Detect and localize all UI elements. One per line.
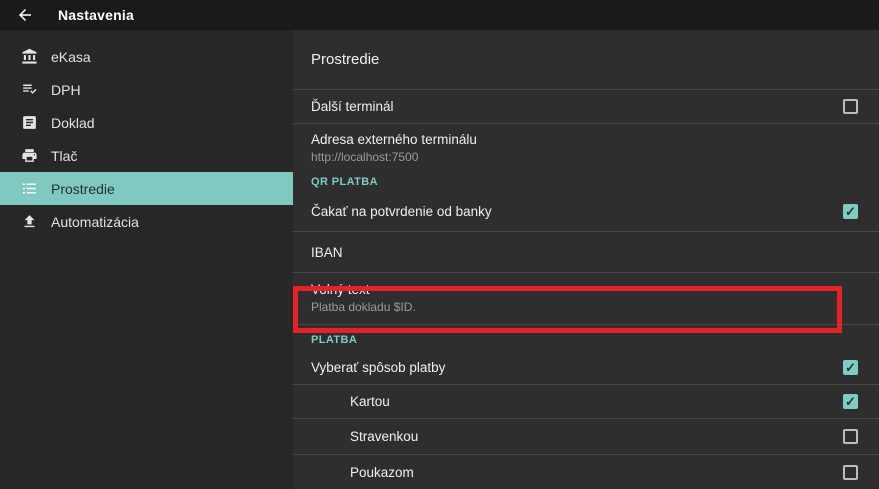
pref-row-stravenkou[interactable]: Stravenkou <box>293 419 879 456</box>
sidebar-item-label: eKasa <box>51 48 91 65</box>
sidebar-item-ekasa[interactable]: eKasa <box>0 40 293 73</box>
pref-row-volny-text[interactable]: Volný text Platba dokladu $ID. <box>293 273 879 326</box>
pref-title: Adresa externého terminálu <box>311 131 477 147</box>
content-title-text: Prostredie <box>311 50 380 68</box>
sidebar-item-automatizacia[interactable]: Automatizácia <box>0 205 293 238</box>
pref-value: http://localhost:7500 <box>311 149 419 164</box>
bulleted-list-icon <box>20 180 38 198</box>
settings-sidebar: eKasa DPH Doklad Tlač Prostredie Automat… <box>0 30 293 489</box>
pref-row-dalsi-terminal[interactable]: Ďalší terminál <box>293 90 879 125</box>
pref-title: Volný text <box>311 282 370 298</box>
back-arrow-icon[interactable] <box>16 5 36 25</box>
sidebar-item-label: Automatizácia <box>51 213 139 230</box>
sidebar-item-prostredie[interactable]: Prostredie <box>0 172 293 205</box>
upload-icon <box>20 213 38 231</box>
pref-title: Čakať na potvrdenie od banky <box>311 204 492 220</box>
section-header-text: QR PLATBA <box>311 176 378 188</box>
pref-title: Kartou <box>350 393 390 409</box>
checkbox-vyberat-sposob[interactable] <box>843 359 858 375</box>
list-check-icon <box>20 81 38 99</box>
section-header-platba: PLATBA <box>293 325 879 350</box>
pref-value: Platba dokladu $ID. <box>311 300 416 315</box>
pref-row-adresa-terminalu[interactable]: Adresa externého terminálu http://localh… <box>293 124 879 170</box>
sidebar-item-tlac[interactable]: Tlač <box>0 139 293 172</box>
sidebar-item-label: Prostredie <box>51 180 115 197</box>
pref-row-cakat-banka[interactable]: Čakať na potvrdenie od banky <box>293 192 879 233</box>
section-header-text: PLATBA <box>311 334 358 347</box>
content-section-title: Prostredie <box>293 30 879 90</box>
app-bar: Nastavenia <box>0 0 879 30</box>
pref-title: Vyberať spôsob platby <box>311 359 446 375</box>
pref-title: Poukazom <box>350 464 414 480</box>
checkbox-stravenkou[interactable] <box>843 428 858 444</box>
settings-content: Prostredie Ďalší terminál Adresa externé… <box>293 30 879 489</box>
printer-icon <box>20 147 38 165</box>
pref-row-kartou[interactable]: Kartou <box>293 385 879 419</box>
page-title: Nastavenia <box>58 7 134 23</box>
pref-row-vyberat-sposob[interactable]: Vyberať spôsob platby <box>293 350 879 385</box>
checkbox-poukazom[interactable] <box>843 464 858 480</box>
bank-icon <box>20 48 38 66</box>
pref-row-poukazom[interactable]: Poukazom <box>293 455 879 489</box>
checkbox-cakat-banka[interactable] <box>843 204 858 220</box>
sidebar-item-doklad[interactable]: Doklad <box>0 106 293 139</box>
pref-title: IBAN <box>311 244 343 260</box>
pref-title: Ďalší terminál <box>311 99 394 115</box>
document-icon <box>20 114 38 132</box>
sidebar-item-label: Tlač <box>51 147 78 164</box>
checkbox-kartou[interactable] <box>843 393 858 409</box>
sidebar-item-label: DPH <box>51 81 81 98</box>
checkbox-dalsi-terminal[interactable] <box>843 99 858 115</box>
section-header-qr-platba: QR PLATBA <box>293 171 879 192</box>
pref-row-iban[interactable]: IBAN <box>293 232 879 273</box>
sidebar-item-dph[interactable]: DPH <box>0 73 293 106</box>
pref-title: Stravenkou <box>350 428 419 444</box>
sidebar-item-label: Doklad <box>51 114 95 131</box>
